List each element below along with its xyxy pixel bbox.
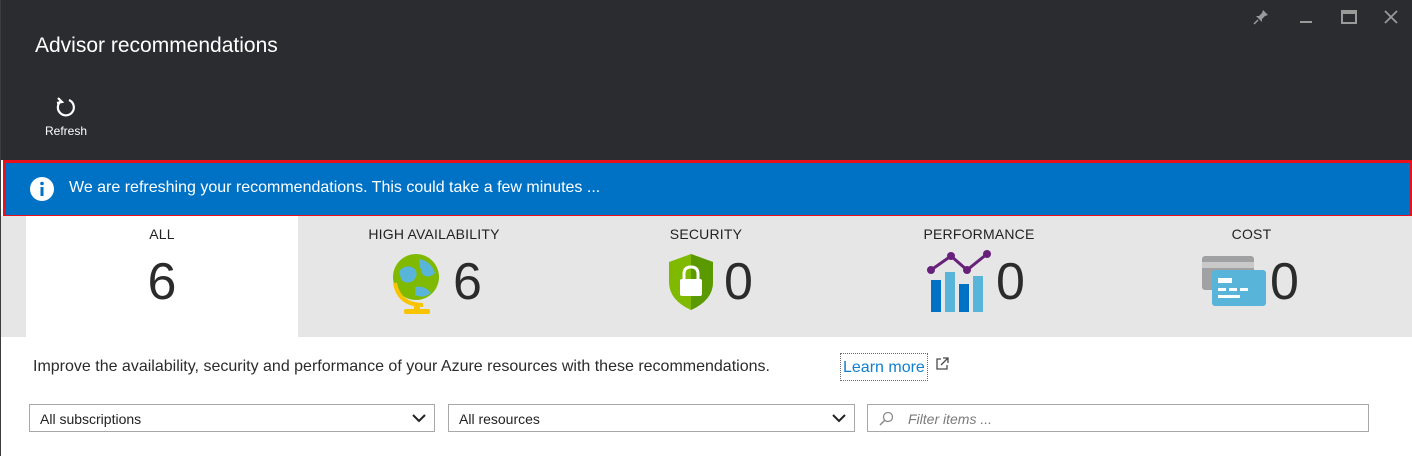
tile-security-count: 0 <box>724 253 753 311</box>
external-link-icon[interactable] <box>934 356 950 372</box>
subscriptions-dropdown[interactable]: All subscriptions <box>29 404 435 432</box>
tile-cost-count: 0 <box>1270 253 1299 311</box>
resources-value: All resources <box>459 411 540 427</box>
tile-security[interactable]: SECURITY 0 <box>570 216 842 337</box>
refresh-notification: We are refreshing your recommendations. … <box>3 160 1412 218</box>
tile-performance-count: 0 <box>996 253 1025 311</box>
refresh-icon <box>56 97 75 117</box>
tile-high-availability-count: 6 <box>453 253 482 311</box>
tile-all[interactable]: ALL 6 <box>26 216 298 337</box>
search-icon <box>879 411 894 426</box>
blade-title: Advisor recommendations <box>35 34 278 57</box>
learn-more-link[interactable]: Learn more <box>840 353 928 381</box>
refresh-button[interactable]: Refresh <box>37 95 95 141</box>
tile-cost[interactable]: COST 0 <box>1116 216 1387 337</box>
tile-all-label: ALL <box>149 226 175 242</box>
maximize-icon[interactable] <box>1334 4 1364 30</box>
subscriptions-value: All subscriptions <box>40 411 142 427</box>
shield-lock-icon <box>669 254 713 310</box>
globe-puzzle-icon <box>393 254 439 314</box>
tile-performance[interactable]: PERFORMANCE 0 <box>843 216 1115 337</box>
category-tiles: ALL 6 HIGH AVAILABILITY 6 SECURITY 0 PER… <box>1 216 1412 337</box>
tile-security-label: SECURITY <box>669 226 743 242</box>
resources-dropdown[interactable]: All resources <box>448 404 855 432</box>
tile-high-availability-label: HIGH AVAILABILITY <box>368 226 500 242</box>
tile-all-count: 6 <box>147 253 177 311</box>
credit-card-icon <box>1202 256 1266 306</box>
blade-header: Advisor recommendations Refresh <box>1 0 1412 160</box>
tile-high-availability[interactable]: HIGH AVAILABILITY 6 <box>299 216 569 337</box>
tile-cost-label: COST <box>1231 226 1272 242</box>
notification-message: We are refreshing your recommendations. … <box>69 179 601 196</box>
tile-performance-label: PERFORMANCE <box>923 226 1035 242</box>
info-icon <box>30 177 54 201</box>
chevron-down-icon <box>832 414 846 423</box>
minimize-icon[interactable] <box>1291 4 1321 30</box>
filter-box <box>867 404 1369 432</box>
pin-icon[interactable] <box>1246 4 1276 30</box>
filter-items-input[interactable] <box>906 408 1360 430</box>
advisor-blade: Advisor recommendations Refresh We are r <box>0 0 1412 456</box>
bar-line-chart-icon <box>927 250 991 312</box>
refresh-label: Refresh <box>44 124 88 138</box>
close-icon[interactable] <box>1376 4 1406 30</box>
description-text: Improve the availability, security and p… <box>33 358 770 375</box>
chevron-down-icon <box>412 414 426 423</box>
